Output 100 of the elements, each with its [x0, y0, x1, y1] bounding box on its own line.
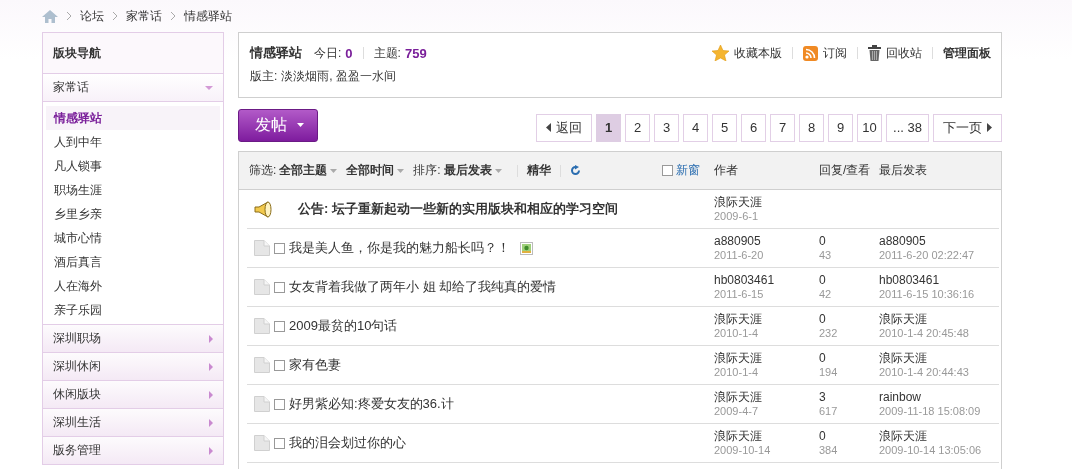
thread-title-link[interactable]: 女友背着我做了两年小 姐 却给了我纯真的爱情 — [289, 278, 557, 296]
trash-icon — [868, 45, 881, 61]
last-poster-link[interactable]: 浪际天涯 — [879, 351, 993, 365]
refresh-icon[interactable] — [569, 165, 581, 176]
topics-label: 主题: — [373, 44, 401, 62]
page-link[interactable]: 7 — [770, 113, 796, 142]
next-page-button[interactable]: 下一页 — [933, 113, 1002, 142]
caret-left-icon — [546, 123, 552, 132]
page-link[interactable]: 8 — [799, 113, 825, 142]
reply-count: 0 — [819, 312, 827, 326]
page-link[interactable]: 10 — [857, 113, 883, 142]
sidebar-item[interactable]: 凡人锁事 — [46, 154, 220, 178]
post-date: 2009-6-1 — [714, 209, 760, 223]
reply-count: 0 — [819, 273, 827, 287]
thread-title-link[interactable]: 2009最贫的10句话 — [289, 317, 398, 335]
filter-dropdown[interactable]: 全部主题 — [279, 162, 338, 179]
forum-action-link[interactable]: 收藏本版 — [712, 44, 782, 62]
sidebar-item[interactable]: 酒后真言 — [46, 250, 220, 274]
sidebar-item[interactable]: 亲子乐园 — [46, 298, 220, 322]
sidebar-group[interactable]: 深圳职场 — [43, 325, 223, 353]
author-link[interactable]: a880905 — [714, 234, 819, 248]
chevron-icon — [66, 11, 72, 21]
forum-title: 情感驿站 — [250, 44, 302, 62]
author-link[interactable]: 浪际天涯 — [714, 390, 819, 404]
view-count: 43 — [819, 248, 833, 262]
author-link[interactable]: 浪际天涯 — [714, 312, 819, 326]
page-link[interactable]: 3 — [654, 113, 680, 142]
page-link[interactable]: 5 — [712, 113, 738, 142]
back-button[interactable]: 返回 — [536, 113, 593, 142]
page-link[interactable]: 4 — [683, 113, 709, 142]
caret-right-icon — [209, 446, 213, 455]
new-window-label[interactable]: 新窗 — [676, 162, 700, 179]
sidebar-item[interactable]: 职场生涯 — [46, 178, 220, 202]
column-header: 最后发表 — [879, 162, 928, 179]
sidebar-item[interactable]: 人到中年 — [46, 130, 220, 154]
checkbox[interactable] — [662, 165, 673, 176]
sidebar-group[interactable]: 休闲版块 — [43, 381, 223, 409]
checkbox[interactable] — [274, 437, 285, 449]
last-poster-link[interactable]: a880905 — [879, 234, 993, 248]
chevron-icon — [170, 11, 176, 21]
sort-label: 排序: — [413, 162, 441, 179]
checkbox[interactable] — [274, 320, 285, 332]
caret-down-icon — [397, 168, 405, 173]
checkbox[interactable] — [274, 359, 285, 371]
checkbox[interactable] — [274, 242, 285, 254]
page-link[interactable]: 6 — [741, 113, 767, 142]
author-link[interactable]: 浪际天涯 — [714, 195, 819, 209]
sidebar-group[interactable]: 深圳休闲 — [43, 353, 223, 381]
filter-label: 筛选: — [249, 162, 277, 179]
sidebar-group-label: 家常话 — [53, 79, 89, 96]
last-poster-link[interactable]: rainbow — [879, 390, 993, 404]
sidebar-item[interactable]: 情感驿站 — [46, 106, 220, 130]
breadcrumb-link[interactable]: 家常话 — [126, 7, 162, 25]
sidebar-group[interactable]: 深圳生活 — [43, 409, 223, 437]
breadcrumb-link[interactable]: 情感驿站 — [184, 7, 232, 25]
page-link[interactable]: 9 — [828, 113, 854, 142]
checkbox[interactable] — [274, 398, 285, 410]
document-icon — [254, 435, 270, 451]
digest-link[interactable]: 精华 — [526, 162, 551, 179]
page-link[interactable]: 2 — [625, 113, 651, 142]
author-link[interactable]: 浪际天涯 — [714, 351, 819, 365]
breadcrumb-link[interactable]: 论坛 — [80, 7, 104, 25]
forum-action-link[interactable]: 管理面板 — [943, 44, 991, 62]
document-icon — [254, 279, 270, 295]
last-poster-link[interactable]: hb0803461 — [879, 273, 993, 287]
sidebar-group-label: 深圳职场 — [53, 330, 101, 347]
document-icon — [254, 240, 270, 256]
sidebar-item[interactable]: 乡里乡亲 — [46, 202, 220, 226]
thread-title-link[interactable]: 我是美人鱼，你是我的魅力船长吗？！ — [289, 239, 510, 257]
sidebar-group[interactable]: 版务管理 — [43, 437, 223, 465]
document-icon — [254, 318, 270, 334]
author-link[interactable]: 浪际天涯 — [714, 429, 819, 443]
sidebar-group-label: 版务管理 — [53, 442, 101, 459]
caret-down-icon — [297, 123, 304, 127]
checkbox[interactable] — [274, 281, 285, 293]
forum-action-link[interactable]: 订阅 — [803, 44, 847, 62]
caret-right-icon — [987, 123, 992, 132]
caret-right-icon — [209, 334, 213, 343]
megaphone-icon — [254, 200, 272, 218]
filter-dropdown[interactable]: 最后发表 — [443, 162, 502, 179]
announcement-link[interactable]: 公告: 坛子重新起动一些新的实用版块和相应的学习空间 — [298, 200, 618, 218]
forum-action-link[interactable]: 回收站 — [868, 44, 922, 62]
thread-title-link[interactable]: 我的泪会划过你的心 — [289, 434, 406, 452]
sidebar-title: 版块导航 — [43, 33, 223, 74]
page-link[interactable]: ... 38 — [886, 113, 929, 142]
caret-down-icon — [205, 85, 213, 90]
post-button[interactable]: 发帖 — [238, 108, 318, 142]
today-label: 今日: — [314, 44, 342, 62]
chevron-icon — [112, 11, 118, 21]
last-poster-link[interactable]: 浪际天涯 — [879, 312, 993, 326]
sidebar-group-label: 深圳生活 — [53, 414, 101, 431]
page-link[interactable]: 1 — [596, 113, 622, 142]
home-icon — [42, 9, 58, 23]
sidebar-item[interactable]: 城市心情 — [46, 226, 220, 250]
sidebar-item[interactable]: 人在海外 — [46, 274, 220, 298]
thread-title-link[interactable]: 家有色妻 — [289, 356, 341, 374]
author-link[interactable]: hb0803461 — [714, 273, 819, 287]
last-poster-link[interactable]: 浪际天涯 — [879, 429, 993, 443]
filter-dropdown[interactable]: 全部时间 — [346, 162, 405, 179]
thread-title-link[interactable]: 好男紫必知:疼爱女友的36.计 — [289, 395, 454, 413]
